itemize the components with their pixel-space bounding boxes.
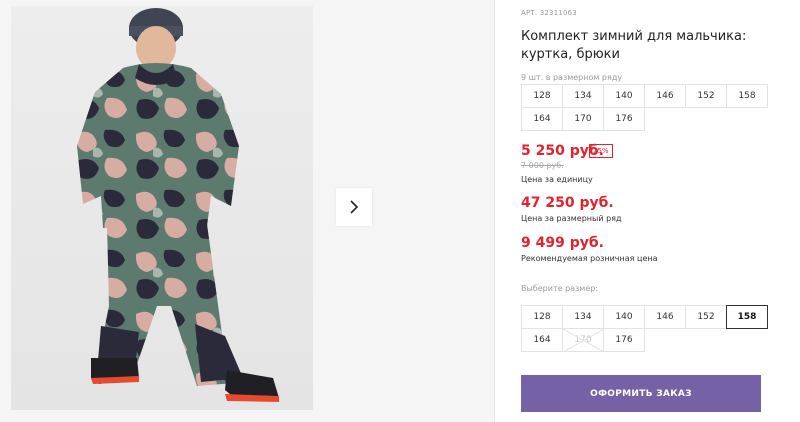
size-option-176[interactable]: 176 — [603, 328, 645, 352]
size-option-164[interactable]: 164 — [521, 328, 563, 352]
size-select-label: Выберите размер: — [521, 284, 599, 293]
chevron-right-icon — [350, 200, 359, 214]
row-price-label: Цена за размерный ряд — [521, 214, 622, 223]
pack-size-grid: 128 134 140 146 152 158 164 170 176 — [521, 84, 768, 131]
unit-price-label: Цена за единицу — [521, 175, 593, 184]
retail-price: 9 499 руб. — [521, 235, 604, 251]
product-photo — [11, 6, 313, 410]
pack-size-cell: 158 — [726, 84, 768, 108]
product-gallery — [0, 0, 495, 422]
pack-size-cell: 176 — [603, 107, 645, 131]
article-number: АРТ. 32311063 — [521, 9, 577, 17]
pack-size-cell: 140 — [603, 84, 645, 108]
size-option-146[interactable]: 146 — [644, 305, 686, 329]
size-option-134[interactable]: 134 — [562, 305, 604, 329]
pack-size-cell: 128 — [521, 84, 563, 108]
pack-size-cell: 134 — [562, 84, 604, 108]
product-title: Комплект зимний для мальчика: куртка, бр… — [521, 29, 747, 62]
size-option-170: 170 — [562, 328, 604, 352]
pack-size-cell: 164 — [521, 107, 563, 131]
pack-info: 9 шт. в размерном ряду — [521, 73, 623, 82]
pack-size-cell: 152 — [685, 84, 727, 108]
size-selector: 128 134 140 146 152 158 164 170 176 — [521, 305, 768, 352]
place-order-button[interactable]: ОФОРМИТЬ ЗАКАЗ — [521, 375, 761, 412]
product-photo-illustration — [77, 8, 279, 402]
pack-size-cell: 146 — [644, 84, 686, 108]
pack-size-cell: 170 — [562, 107, 604, 131]
discount-badge: 25% — [589, 144, 613, 158]
size-option-158[interactable]: 158 — [726, 305, 768, 329]
old-price: 7 000 руб. — [521, 161, 564, 170]
size-option-140[interactable]: 140 — [603, 305, 645, 329]
gallery-next-button[interactable] — [336, 188, 372, 226]
size-option-152[interactable]: 152 — [685, 305, 727, 329]
unavailable-cross-icon — [563, 329, 604, 352]
size-option-128[interactable]: 128 — [521, 305, 563, 329]
retail-price-label: Рекомендуемая розничная цена — [521, 254, 658, 263]
row-price: 47 250 руб. — [521, 195, 614, 211]
